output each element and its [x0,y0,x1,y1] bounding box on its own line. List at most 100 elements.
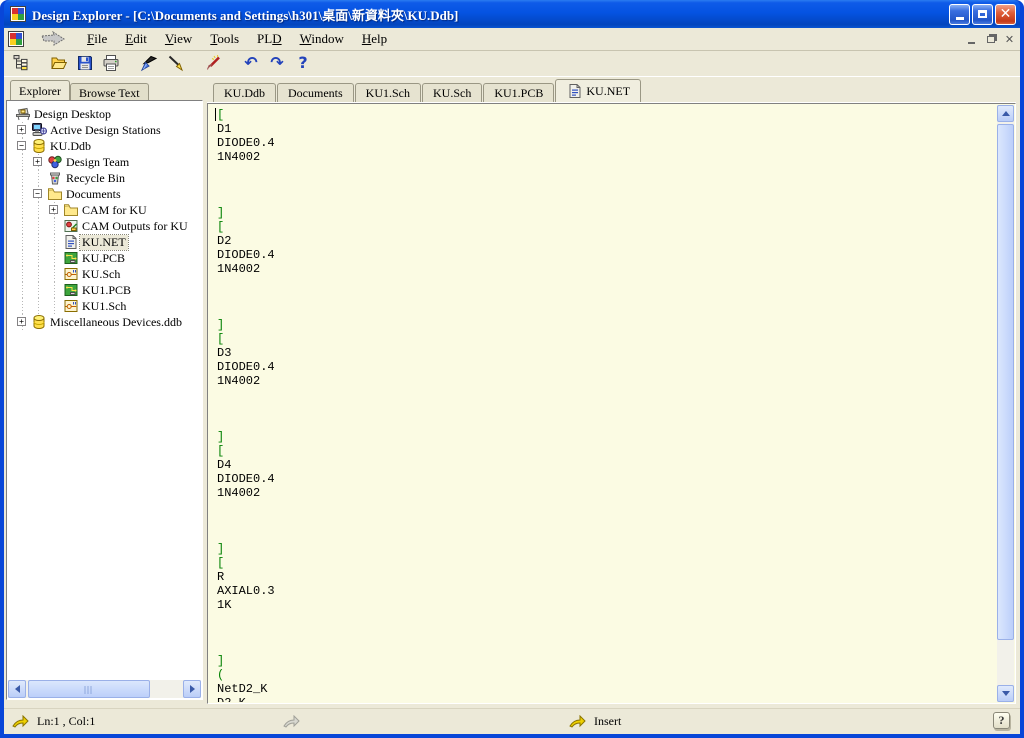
tree-item-ku-ddb[interactable]: − KU.Ddb [8,138,201,154]
menu-edit[interactable]: Edit [116,29,156,48]
status-help-button[interactable]: ? [993,712,1010,729]
tree-item-label[interactable]: KU.Ddb [48,139,93,154]
scroll-down-button[interactable] [997,685,1014,702]
explorer-toggle-button[interactable] [8,51,34,75]
tree-item-cam-for-ku[interactable]: + CAM for KU [8,202,201,218]
menu-file[interactable]: File [78,29,116,48]
maximize-button[interactable] [972,4,993,25]
tree-item-ku-net[interactable]: KU.NET [8,234,201,250]
undo-button[interactable]: ↶ [238,51,264,75]
scroll-up-icon [1002,107,1010,116]
doc-tab-ku1-sch[interactable]: KU1.Sch [355,83,421,102]
redo-button[interactable]: ↷ [264,51,290,75]
tree-item-label[interactable]: KU.NET [80,235,128,250]
netlist-text[interactable]: [D1DIODE0.41N4002 ][D2DIODE0.41N4002 ][D… [209,105,997,702]
netlist-line: 1K [217,598,997,612]
netlist-line: DIODE0.4 [217,248,997,262]
tree-item-documents[interactable]: − Documents [8,186,201,202]
netlist-line: ] [217,318,997,332]
tree-item-label[interactable]: CAM for KU [80,203,149,218]
netlist-line: DIODE0.4 [217,136,997,150]
tree-item-design-desktop[interactable]: Design Desktop [8,106,201,122]
scroll-left-button[interactable] [8,680,26,698]
tree-item-label[interactable]: Documents [64,187,123,202]
minimize-button[interactable] [949,4,970,25]
app-window: Design Explorer - [C:\Documents and Sett… [0,0,1024,738]
tree-horizontal-scrollbar[interactable] [8,680,201,698]
tree-scrollbar-thumb[interactable] [28,680,150,698]
tree-item-ku1-pcb[interactable]: KU1.PCB [8,282,201,298]
text-cursor [215,108,216,121]
tree-item-ku-sch[interactable]: KU.Sch [8,266,201,282]
tree-item-label[interactable]: CAM Outputs for KU [80,219,190,234]
collapse-icon[interactable]: − [33,189,42,198]
expand-icon[interactable]: + [17,317,26,326]
help-button[interactable]: ? [290,51,316,75]
netlist-line: 1N4002 [217,486,997,500]
tree-item-ku-pcb[interactable]: KU.PCB [8,250,201,266]
netlist-line [217,500,997,514]
tree-item-label[interactable]: Miscellaneous Devices.ddb [48,315,184,330]
panel-tab-browse-text[interactable]: Browse Text [70,83,149,100]
expand-icon[interactable]: + [49,205,58,214]
tree-item-label[interactable]: Design Team [64,155,131,170]
doc-tab-ku-ddb[interactable]: KU.Ddb [213,83,276,102]
scroll-up-button[interactable] [997,105,1014,122]
wand-button[interactable] [200,51,226,75]
netlist-line [217,290,997,304]
menu-view[interactable]: View [156,29,201,48]
doc-tab-ku1-pcb[interactable]: KU1.PCB [483,83,554,102]
expand-icon[interactable]: + [17,125,26,134]
client-area: FileEditViewToolsPLDWindowHelp ✕ ↶↷? Exp… [4,28,1020,734]
collapse-icon[interactable]: − [17,141,26,150]
open-folder-button[interactable] [46,51,72,75]
probe-pen-button[interactable] [162,51,188,75]
mdi-restore-button[interactable] [982,32,999,47]
netlist-line: [ [217,108,997,122]
toolbar: ↶↷? [4,50,1020,77]
doc-tab-ku-net[interactable]: KU.NET [555,79,641,102]
scroll-right-button[interactable] [183,680,201,698]
tree-item-label[interactable]: KU1.Sch [80,299,128,314]
netlist-line: D2_K [217,696,997,702]
menu-tools[interactable]: Tools [201,29,248,48]
close-button[interactable]: ✕ [995,4,1016,25]
doc-tab-documents[interactable]: Documents [277,83,354,102]
tree-item-label[interactable]: KU1.PCB [80,283,133,298]
doc-tab-label: KU.NET [586,84,630,99]
tree-item-miscellaneous-devices-ddb[interactable]: + Miscellaneous Devices.ddb [8,314,201,330]
tree-item-recycle-bin[interactable]: Recycle Bin [8,170,201,186]
tree-item-label[interactable]: KU.PCB [80,251,127,266]
tree-item-label[interactable]: Recycle Bin [64,171,127,186]
menu-pld[interactable]: PLD [248,29,291,48]
expand-icon[interactable]: + [33,157,42,166]
menu-help[interactable]: Help [353,29,396,48]
design-menu-arrow-icon[interactable] [38,31,68,47]
maximize-icon [978,10,987,18]
panel-tab-explorer[interactable]: Explorer [10,80,70,100]
tree-item-label[interactable]: KU.Sch [80,267,122,282]
mdi-restore-icon [987,36,995,43]
save-icon [76,54,94,72]
scroll-left-icon [11,685,20,693]
text-editor[interactable]: [D1DIODE0.41N4002 ][D2DIODE0.41N4002 ][D… [207,103,1016,704]
title-bar: Design Explorer - [C:\Documents and Sett… [4,0,1020,28]
save-button[interactable] [72,51,98,75]
menu-window[interactable]: Window [291,29,353,48]
tree-item-label[interactable]: Active Design Stations [48,123,163,138]
tree-item-cam-outputs-for-ku[interactable]: CAM Outputs for KU [8,218,201,234]
tree-item-design-team[interactable]: + Design Team [8,154,201,170]
netlist-line: DIODE0.4 [217,360,997,374]
tree-item-label[interactable]: Design Desktop [32,107,113,122]
mdi-close-button[interactable]: ✕ [1001,32,1018,47]
mdi-minimize-button[interactable] [963,32,980,47]
cross-probe-button[interactable] [136,51,162,75]
tree-item-active-design-stations[interactable]: + Active Design Stations [8,122,201,138]
document-app-icon [8,31,24,47]
print-button[interactable] [98,51,124,75]
tree-item-ku1-sch[interactable]: KU1.Sch [8,298,201,314]
editor-scrollbar-thumb[interactable] [997,124,1014,640]
doc-tab-ku-sch[interactable]: KU.Sch [422,83,482,102]
editor-vertical-scrollbar[interactable] [997,105,1014,702]
panel-tabs: ExplorerBrowse Text [6,80,203,100]
